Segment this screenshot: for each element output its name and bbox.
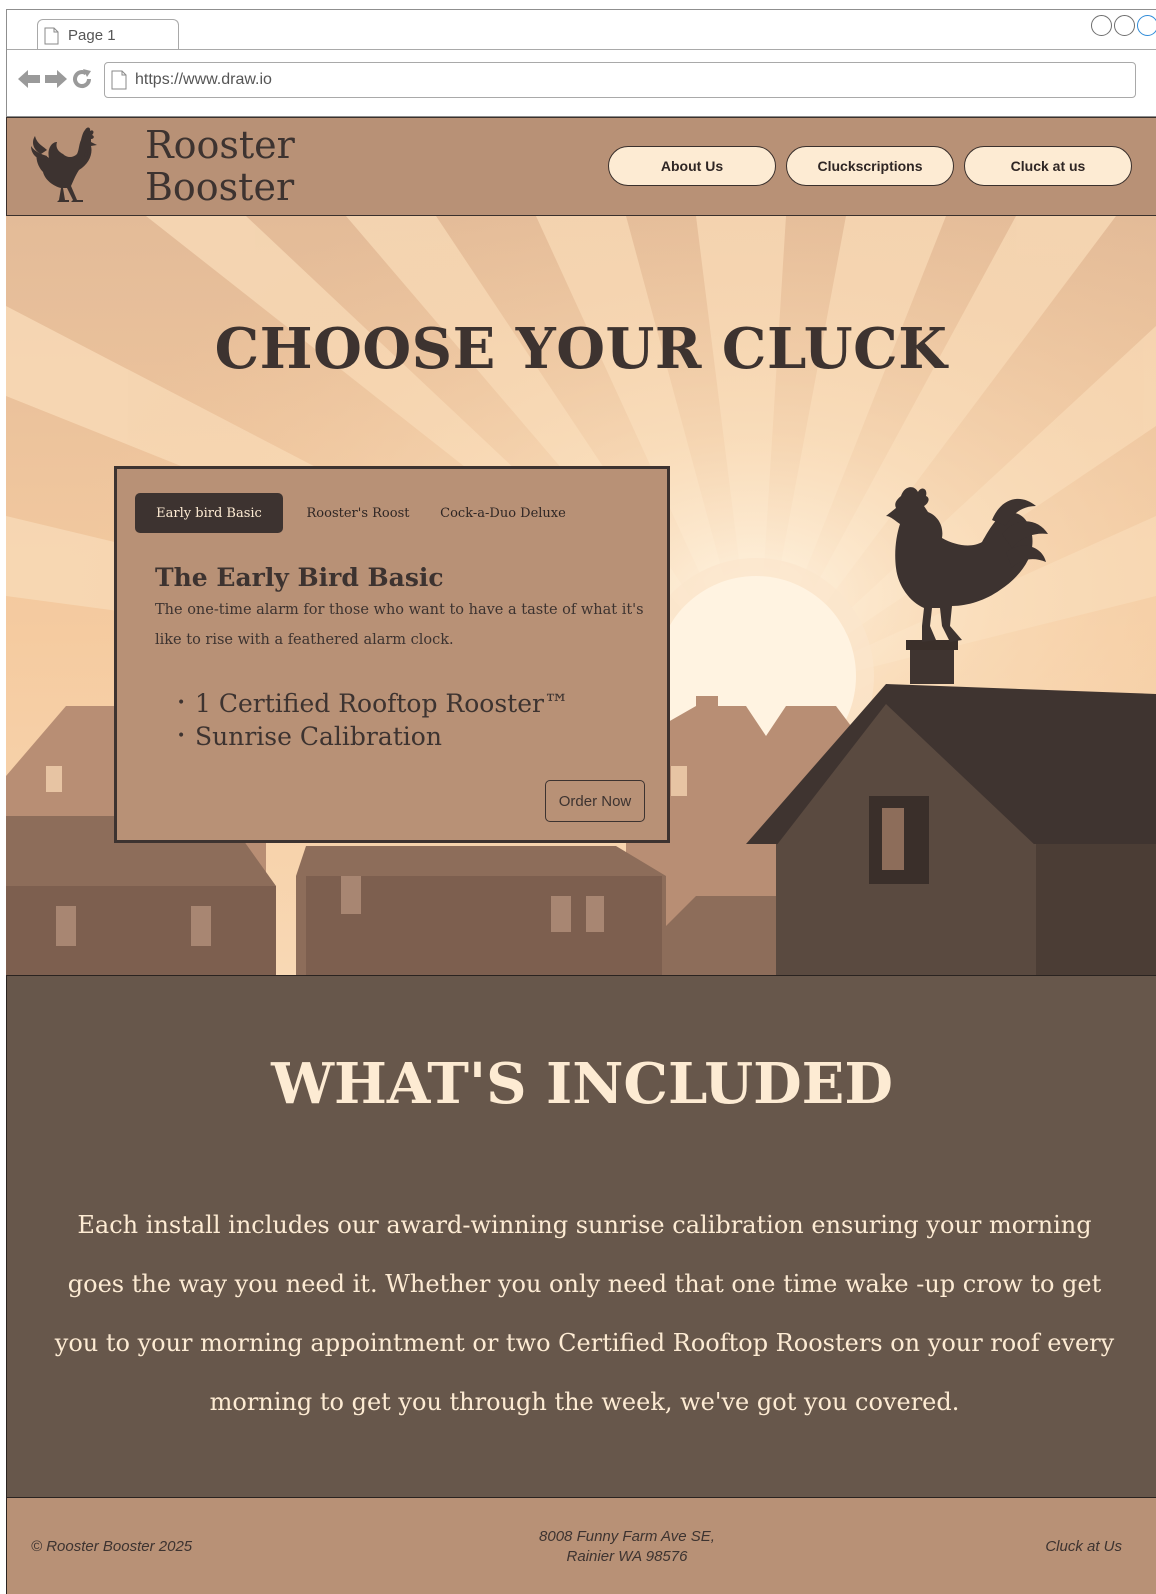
- forward-arrow-icon[interactable]: [44, 68, 68, 90]
- window-controls: [1091, 15, 1156, 36]
- site-footer: © Rooster Booster 2025 8008 Funny Farm A…: [6, 1497, 1156, 1594]
- tab-cock-a-duo-deluxe[interactable]: Cock-a-Duo Deluxe: [433, 493, 573, 533]
- footer-copyright: © Rooster Booster 2025: [31, 1538, 193, 1555]
- plan-title: The Early Bird Basic: [155, 563, 444, 592]
- nav-cluck-at-us-button[interactable]: Cluck at us: [964, 146, 1132, 186]
- address-line-2: Rainier WA 98576: [566, 1548, 688, 1565]
- plan-card: Early bird Basic Rooster's Roost Cock-a-…: [114, 466, 670, 843]
- maximize-icon[interactable]: [1114, 15, 1135, 36]
- plan-tabs: Early bird Basic Rooster's Roost Cock-a-…: [135, 493, 573, 533]
- browser-tab[interactable]: Page 1: [37, 19, 179, 50]
- page-icon: [111, 70, 127, 90]
- close-icon[interactable]: [1137, 15, 1156, 36]
- footer-contact-link[interactable]: Cluck at Us: [1045, 1538, 1122, 1555]
- site-header: Rooster Booster About Us Cluckscriptions…: [6, 117, 1156, 216]
- hero-section: CHOOSE YOUR CLUCK Early bird Basic Roost…: [6, 216, 1156, 975]
- list-item: 1 Certified Rooftop Rooster™: [177, 687, 569, 720]
- tab-early-bird-basic[interactable]: Early bird Basic: [135, 493, 283, 533]
- tab-strip-divider: [7, 49, 1156, 50]
- browser-window: Page 1 https://www.draw.io: [6, 9, 1156, 117]
- rooster-logo-icon[interactable]: [27, 124, 107, 208]
- nav-about-us-button[interactable]: About Us: [608, 146, 776, 186]
- tab-label: Page 1: [68, 27, 116, 44]
- browser-nav: [17, 68, 93, 90]
- nav-cluckscriptions-button[interactable]: Cluckscriptions: [786, 146, 954, 186]
- main-nav: About Us Cluckscriptions Cluck at us: [608, 146, 1132, 186]
- footer-address: 8008 Funny Farm Ave SE, Rainier WA 98576: [467, 1527, 787, 1567]
- brand-line-1: Rooster: [145, 123, 295, 167]
- section-title: WHAT'S INCLUDED: [271, 1051, 893, 1117]
- brand-line-2: Booster: [145, 165, 295, 209]
- back-arrow-icon[interactable]: [17, 68, 41, 90]
- url-text: https://www.draw.io: [135, 71, 272, 88]
- order-now-button[interactable]: Order Now: [545, 780, 645, 822]
- plan-features-list: 1 Certified Rooftop Rooster™ Sunrise Cal…: [177, 687, 569, 753]
- page-icon: [44, 27, 59, 45]
- plan-description: The one-time alarm for those who want to…: [155, 602, 644, 648]
- section-body: Each install includes our award-winning …: [54, 1211, 1115, 1416]
- reload-icon[interactable]: [71, 68, 93, 90]
- address-bar[interactable]: https://www.draw.io: [104, 62, 1136, 98]
- address-line-1: 8008 Funny Farm Ave SE,: [539, 1528, 715, 1545]
- minimize-icon[interactable]: [1091, 15, 1112, 36]
- brand-name[interactable]: Rooster Booster: [145, 124, 345, 208]
- list-item: Sunrise Calibration: [177, 720, 569, 753]
- whats-included-section: WHAT'S INCLUDED Each install includes ou…: [6, 975, 1156, 1497]
- hero-title: CHOOSE YOUR CLUCK: [214, 316, 948, 382]
- tab-roosters-roost[interactable]: Rooster's Roost: [283, 493, 433, 533]
